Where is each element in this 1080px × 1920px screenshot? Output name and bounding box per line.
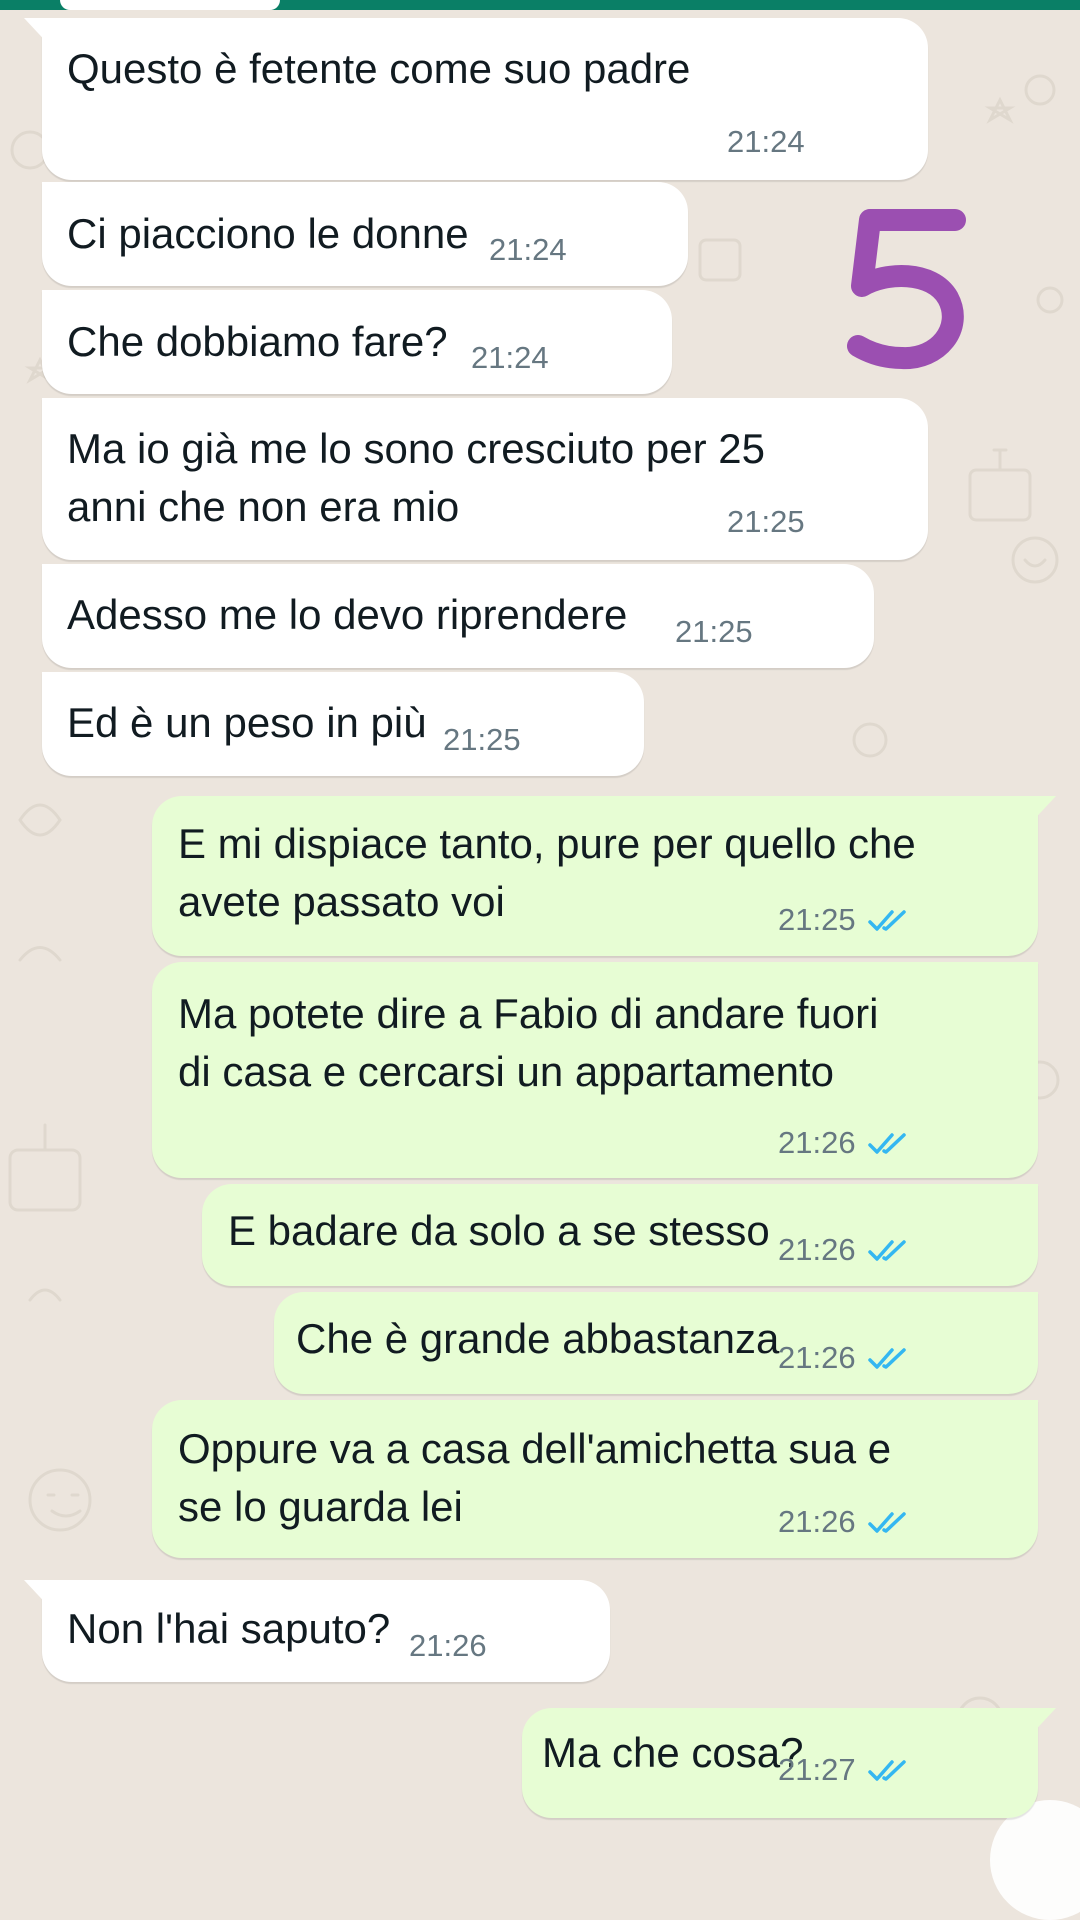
double-check-read-icon [868,1760,906,1781]
message-timestamp: 21:25 [727,504,805,539]
message-text: Ed è un peso in più [67,699,427,746]
message-timestamp: 21:24 [471,340,549,375]
message-timestamp: 21:24 [489,232,567,267]
message-text: Adesso me lo devo riprendere [67,591,628,638]
message-text: E badare da solo a se stesso [228,1207,770,1254]
message-text: avete passato voi [178,878,505,925]
message-timestamp: 21:26 [778,1340,856,1375]
message-text: Oppure va a casa dell'amichetta sua e [178,1425,892,1472]
double-check-read-icon [868,910,906,931]
message-text: Ci piacciono le donne [67,210,469,257]
message-text: di casa e cercarsi un appartamento [178,1048,835,1095]
double-check-read-icon [868,1512,906,1533]
message-text: Non l'hai saputo? [67,1605,391,1652]
message-text: E mi dispiace tanto, pure per quello che [178,820,916,867]
double-check-read-icon [868,1240,906,1261]
message-timestamp: 21:25 [778,902,856,937]
message-text: anni che non era mio [67,483,460,530]
double-check-read-icon [868,1348,906,1369]
previous-bubble-edge [60,0,280,10]
message-text: Ma che cosa? [542,1729,804,1776]
message-timestamp: 21:24 [727,124,805,159]
message-text: Ma io già me lo sono cresciuto per 25 [67,425,766,472]
message-timestamp: 21:26 [778,1232,856,1267]
message-text: Che è grande abbastanza [296,1315,780,1362]
message-timestamp: 21:27 [778,1752,856,1787]
message-timestamp: 21:26 [409,1628,487,1663]
message-text: Che dobbiamo fare? [67,318,448,365]
number-five-annotation [847,209,966,370]
double-check-read-icon [868,1133,906,1154]
message-text: se lo guarda lei [178,1483,463,1530]
message-timestamp: 21:25 [675,614,753,649]
message-text: Questo è fetente come suo padre [67,45,691,92]
message-timestamp: 21:26 [778,1125,856,1160]
message-text: Ma potete dire a Fabio di andare fuori [178,990,879,1037]
scroll-to-bottom-button[interactable] [990,1800,1080,1920]
message-timestamp: 21:25 [443,722,521,757]
message-timestamp: 21:26 [778,1504,856,1539]
